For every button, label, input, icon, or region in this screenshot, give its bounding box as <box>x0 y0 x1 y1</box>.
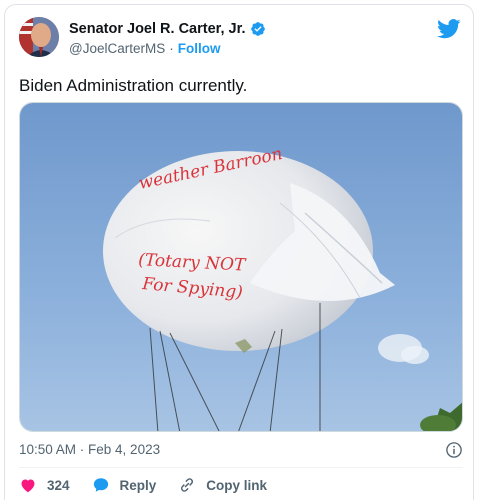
avatar[interactable] <box>19 17 59 57</box>
reply-button[interactable]: Reply <box>92 476 157 494</box>
follow-button[interactable]: Follow <box>178 41 221 56</box>
timestamp-row: 10:50 AM · Feb 4, 2023 <box>19 442 463 460</box>
like-count: 324 <box>47 477 70 493</box>
copy-link-button[interactable]: Copy link <box>178 476 267 494</box>
separator: · <box>169 41 174 56</box>
tweet-header: Senator Joel R. Carter, Jr. @JoelCarterM… <box>19 17 463 61</box>
like-button[interactable]: 324 <box>19 476 70 494</box>
display-name[interactable]: Senator Joel R. Carter, Jr. <box>69 21 246 37</box>
twitter-logo-icon[interactable] <box>437 19 461 39</box>
heart-icon <box>21 479 35 493</box>
avatar-image <box>19 17 59 57</box>
reply-label: Reply <box>119 477 157 493</box>
info-icon[interactable] <box>445 441 463 459</box>
tweet-actions: 324 Reply Copy link <box>19 475 289 495</box>
author-identity: Senator Joel R. Carter, Jr. @JoelCarterM… <box>69 19 266 58</box>
tweet-text: Biden Administration currently. <box>19 76 248 95</box>
link-icon <box>181 478 194 492</box>
copy-link-label: Copy link <box>206 477 268 493</box>
timestamp-link[interactable]: 10:50 AM · Feb 4, 2023 <box>19 442 160 457</box>
verified-icon <box>250 21 266 37</box>
tweet-card: Senator Joel R. Carter, Jr. @JoelCarterM… <box>4 4 474 500</box>
reply-icon <box>93 478 108 492</box>
balloon-photo: weather Barroon (Totary NOT For Spying) <box>20 103 462 431</box>
tweet-photo[interactable]: weather Barroon (Totary NOT For Spying) <box>19 102 463 432</box>
divider <box>19 467 463 468</box>
author-handle[interactable]: @JoelCarterMS <box>69 41 165 56</box>
